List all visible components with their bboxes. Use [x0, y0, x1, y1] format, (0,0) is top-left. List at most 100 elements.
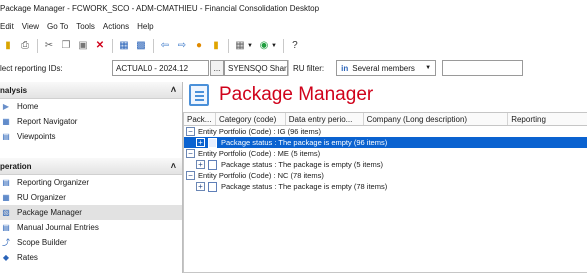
group-row[interactable]: − Entity Portfolio (Code) : ME (5 items)	[184, 148, 587, 159]
toolbar-divider	[153, 39, 154, 53]
sidebar-item-label: Reporting Organizer	[17, 178, 90, 187]
page-header: Package Manager	[189, 84, 373, 106]
sidebar-item-report-navigator[interactable]: ▦ Report Navigator	[0, 114, 182, 129]
group-row-label: Package status : The package is empty (5…	[221, 160, 384, 169]
group-row-label: Package status : The package is empty (9…	[221, 138, 388, 147]
delete-icon[interactable]: ✕	[92, 38, 108, 54]
properties-icon[interactable]: ▩	[133, 38, 149, 54]
section-title: peration	[0, 161, 32, 171]
cut-icon[interactable]: ✂	[41, 38, 57, 54]
group-row-label: Entity Portfolio (Code) : IG (96 items)	[198, 127, 321, 136]
window-title: Package Manager - FCWORK_SCO - ADM-CMATH…	[0, 0, 587, 20]
sidebar-item-label: Scope Builder	[17, 238, 67, 247]
refresh-icon[interactable]: ◉	[256, 38, 272, 54]
menu-tools[interactable]: Tools	[72, 20, 99, 34]
sidebar-item-label: Home	[17, 102, 39, 111]
group-row-selected[interactable]: + Package status : The package is empty …	[184, 137, 587, 148]
browse-button[interactable]: ...	[210, 60, 224, 76]
menu-actions[interactable]: Actions	[99, 20, 133, 34]
package-manager-icon	[189, 84, 209, 106]
report-icon: ▦	[2, 117, 10, 126]
menu-edit[interactable]: Edit	[0, 20, 18, 34]
sidebar-item-home[interactable]: ▶ Home	[0, 99, 182, 114]
sidebar-item-label: Rates	[17, 253, 38, 262]
copy-icon[interactable]: ❐	[58, 38, 74, 54]
collapse-icon[interactable]: ˄	[171, 161, 176, 171]
reporting-id-field[interactable]: ACTUAL0 - 2024.12	[112, 60, 209, 76]
menu-view[interactable]: View	[18, 20, 43, 34]
group-row[interactable]: − Entity Portfolio (Code) : NC (78 items…	[184, 170, 587, 181]
column-header-data-entry-period[interactable]: Data entry perio...	[286, 113, 364, 125]
scroll-up-icon[interactable]: ˄	[171, 84, 176, 94]
sidebar-item-viewpoints[interactable]: ▤ Viewpoints	[0, 129, 182, 144]
document-icon	[208, 181, 217, 192]
user-icon[interactable]: ●	[191, 38, 207, 54]
filter-bar: lect reporting IDs: ACTUAL0 - 2024.12 ..…	[0, 58, 587, 78]
open-folder-icon[interactable]: ▮	[0, 38, 16, 54]
collapse-icon[interactable]: −	[186, 127, 195, 136]
sidebar-item-ru-organizer[interactable]: ▦ RU Organizer	[0, 190, 182, 205]
toolbar-divider	[282, 39, 284, 53]
sidebar-item-label: Package Manager	[17, 208, 82, 217]
package-icon: ▧	[2, 208, 10, 217]
toolbar-divider	[228, 39, 229, 53]
group-row[interactable]: − Entity Portfolio (Code) : IG (96 items…	[184, 126, 587, 137]
main-panel: Package Manager Pack... Category (code) …	[183, 82, 587, 273]
grid-header: Pack... Category (code) Data entry perio…	[184, 113, 587, 126]
ru-organizer-icon: ▦	[2, 193, 10, 202]
page-title: Package Manager	[219, 84, 374, 105]
group-row[interactable]: + Package status : The package is empty …	[184, 159, 587, 170]
collapse-icon[interactable]: −	[186, 171, 195, 180]
group-row-label: Entity Portfolio (Code) : ME (5 items)	[198, 149, 321, 158]
sidebar-item-package-manager[interactable]: ▧ Package Manager	[0, 205, 182, 220]
chevron-down-icon[interactable]: ▼	[271, 43, 277, 49]
journal-icon: ▤	[2, 223, 10, 232]
column-header-reporting[interactable]: Reporting	[508, 113, 587, 125]
menu-help[interactable]: Help	[133, 20, 157, 34]
group-row-label: Package status : The package is empty (7…	[221, 182, 388, 191]
sidebar-item-scope-builder[interactable]: ⤴ Scope Builder	[0, 235, 182, 250]
sidebar-item-rates[interactable]: ◆ Rates	[0, 250, 182, 265]
sidebar-item-label: Report Navigator	[17, 117, 78, 126]
group-row[interactable]: + Package status : The package is empty …	[184, 181, 587, 192]
ru-filter-label: RU filter:	[288, 60, 328, 76]
sidebar-item-label: Manual Journal Entries	[17, 223, 99, 232]
organizer-icon: ▤	[2, 178, 10, 187]
section-title: nalysis	[0, 85, 28, 95]
document-icon	[208, 137, 217, 148]
forward-arrow-icon[interactable]: ⇨	[174, 38, 190, 54]
column-header-company[interactable]: Company (Long description)	[364, 113, 509, 125]
print-icon[interactable]: ⎙	[17, 38, 33, 54]
rates-icon: ◆	[2, 253, 10, 262]
menu-bar: Edit View Go To Tools Actions Help	[0, 20, 587, 34]
section-operation-header[interactable]: peration ˄	[0, 158, 182, 175]
expand-icon[interactable]: +	[196, 182, 205, 191]
collapse-icon[interactable]: −	[186, 149, 195, 158]
grid-icon[interactable]: ▦	[232, 38, 248, 54]
help-icon[interactable]: ?	[287, 38, 303, 54]
column-header-pack[interactable]: Pack...	[184, 113, 216, 125]
toolbar: ▮ ⎙ ✂ ❐ ▣ ✕ ▦ ▩ ⇦ ⇨ ● ▮ ▦ ▼ ◉ ▼ ?	[0, 36, 587, 56]
menu-goto[interactable]: Go To	[43, 20, 72, 34]
sidebar-item-manual-journal-entries[interactable]: ▤ Manual Journal Entries	[0, 220, 182, 235]
package-grid: Pack... Category (code) Data entry perio…	[183, 112, 587, 273]
document-view-icon[interactable]: ▦	[116, 38, 132, 54]
sidebar: nalysis ˄ ▶ Home ▦ Report Navigator ▤ Vi…	[0, 82, 182, 273]
section-analysis-header[interactable]: nalysis ˄	[0, 82, 182, 99]
scope-icon: ⤴	[2, 238, 10, 247]
search-input[interactable]	[442, 60, 524, 76]
expand-icon[interactable]: +	[196, 160, 205, 169]
chevron-down-icon[interactable]: ▼	[247, 43, 253, 49]
scope-field[interactable]: SYENSQO Shar...	[224, 60, 288, 76]
members-dropdown[interactable]: i​n Several members ▼	[336, 60, 437, 76]
group-row-label: Entity Portfolio (Code) : NC (78 items)	[198, 171, 324, 180]
paste-icon[interactable]: ▣	[75, 38, 91, 54]
chevron-down-icon[interactable]: ▼	[425, 65, 431, 71]
back-arrow-icon[interactable]: ⇦	[157, 38, 173, 54]
home-icon: ▶	[2, 102, 10, 111]
folder-icon[interactable]: ▮	[208, 38, 224, 54]
sidebar-item-label: RU Organizer	[17, 193, 66, 202]
sidebar-item-reporting-organizer[interactable]: ▤ Reporting Organizer	[0, 175, 182, 190]
expand-icon[interactable]: +	[196, 138, 205, 147]
column-header-category[interactable]: Category (code)	[216, 113, 286, 125]
